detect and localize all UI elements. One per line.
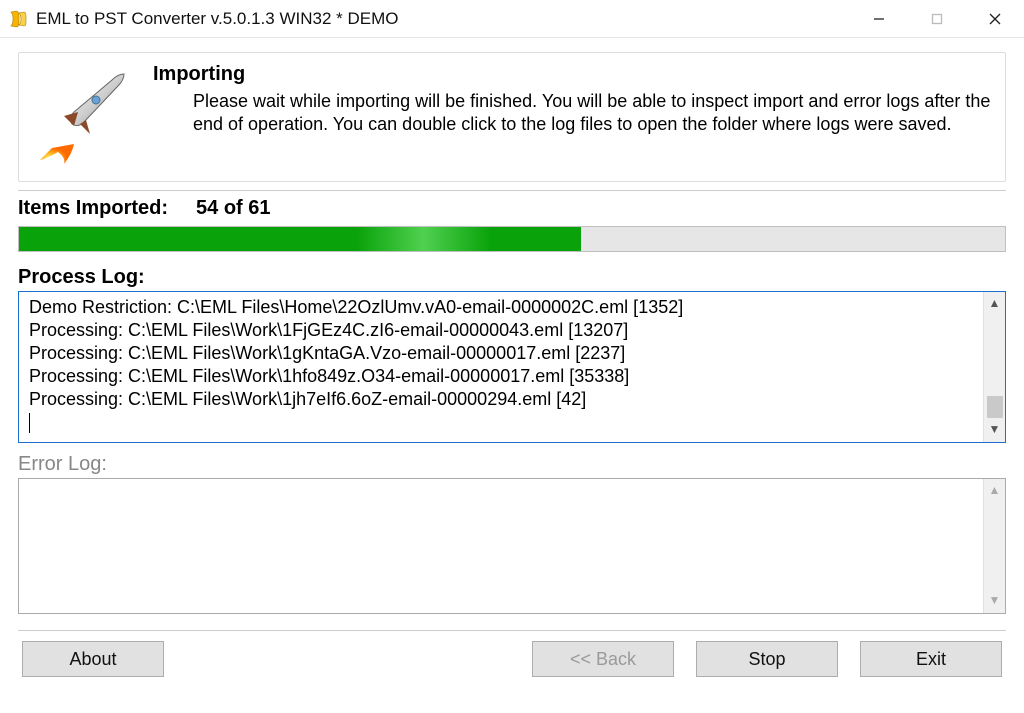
minimize-button[interactable] (850, 0, 908, 38)
error-log-scrollbar: ▲ ▼ (983, 479, 1005, 613)
rocket-icon (25, 61, 143, 171)
error-log-label: Error Log: (18, 453, 1006, 476)
items-imported-label: Items Imported: (18, 197, 168, 220)
scroll-down-icon: ▼ (989, 593, 1001, 609)
close-button[interactable] (966, 0, 1024, 38)
exit-button[interactable]: Exit (860, 641, 1002, 677)
banner-heading: Importing (153, 63, 995, 86)
app-icon (8, 9, 28, 29)
items-imported-value: 54 of 61 (196, 197, 270, 220)
about-button[interactable]: About (22, 641, 164, 677)
process-log-box[interactable]: Demo Restriction: C:\EML Files\Home\22Oz… (18, 291, 1006, 443)
log-line: Demo Restriction: C:\EML Files\Home\22Oz… (29, 296, 981, 319)
stop-button[interactable]: Stop (696, 641, 838, 677)
banner: Importing Please wait while importing wi… (18, 52, 1006, 182)
error-log-box[interactable]: ▲ ▼ (18, 478, 1006, 614)
button-row: About << Back Stop Exit (18, 641, 1006, 677)
window-title: EML to PST Converter v.5.0.1.3 WIN32 * D… (36, 9, 398, 29)
scroll-up-icon: ▲ (989, 483, 1001, 499)
process-log-label: Process Log: (18, 266, 1006, 289)
maximize-button (908, 0, 966, 38)
titlebar: EML to PST Converter v.5.0.1.3 WIN32 * D… (0, 0, 1024, 38)
back-button: << Back (532, 641, 674, 677)
scroll-thumb[interactable] (987, 396, 1003, 418)
log-line: Processing: C:\EML Files\Work\1FjGEz4C.z… (29, 319, 981, 342)
scroll-up-icon[interactable]: ▲ (989, 296, 1001, 312)
scroll-down-icon[interactable]: ▼ (989, 422, 1001, 438)
log-line: Processing: C:\EML Files\Work\1hfo849z.O… (29, 365, 981, 388)
progress-fill (19, 227, 581, 251)
divider (18, 630, 1006, 631)
log-line: Processing: C:\EML Files\Work\1gKntaGA.V… (29, 342, 981, 365)
divider (18, 190, 1006, 191)
banner-description: Please wait while importing will be fini… (153, 90, 995, 137)
progress-bar (18, 226, 1006, 252)
process-log-scrollbar[interactable]: ▲ ▼ (983, 292, 1005, 442)
log-line: Processing: C:\EML Files\Work\1jh7eIf6.6… (29, 388, 981, 411)
